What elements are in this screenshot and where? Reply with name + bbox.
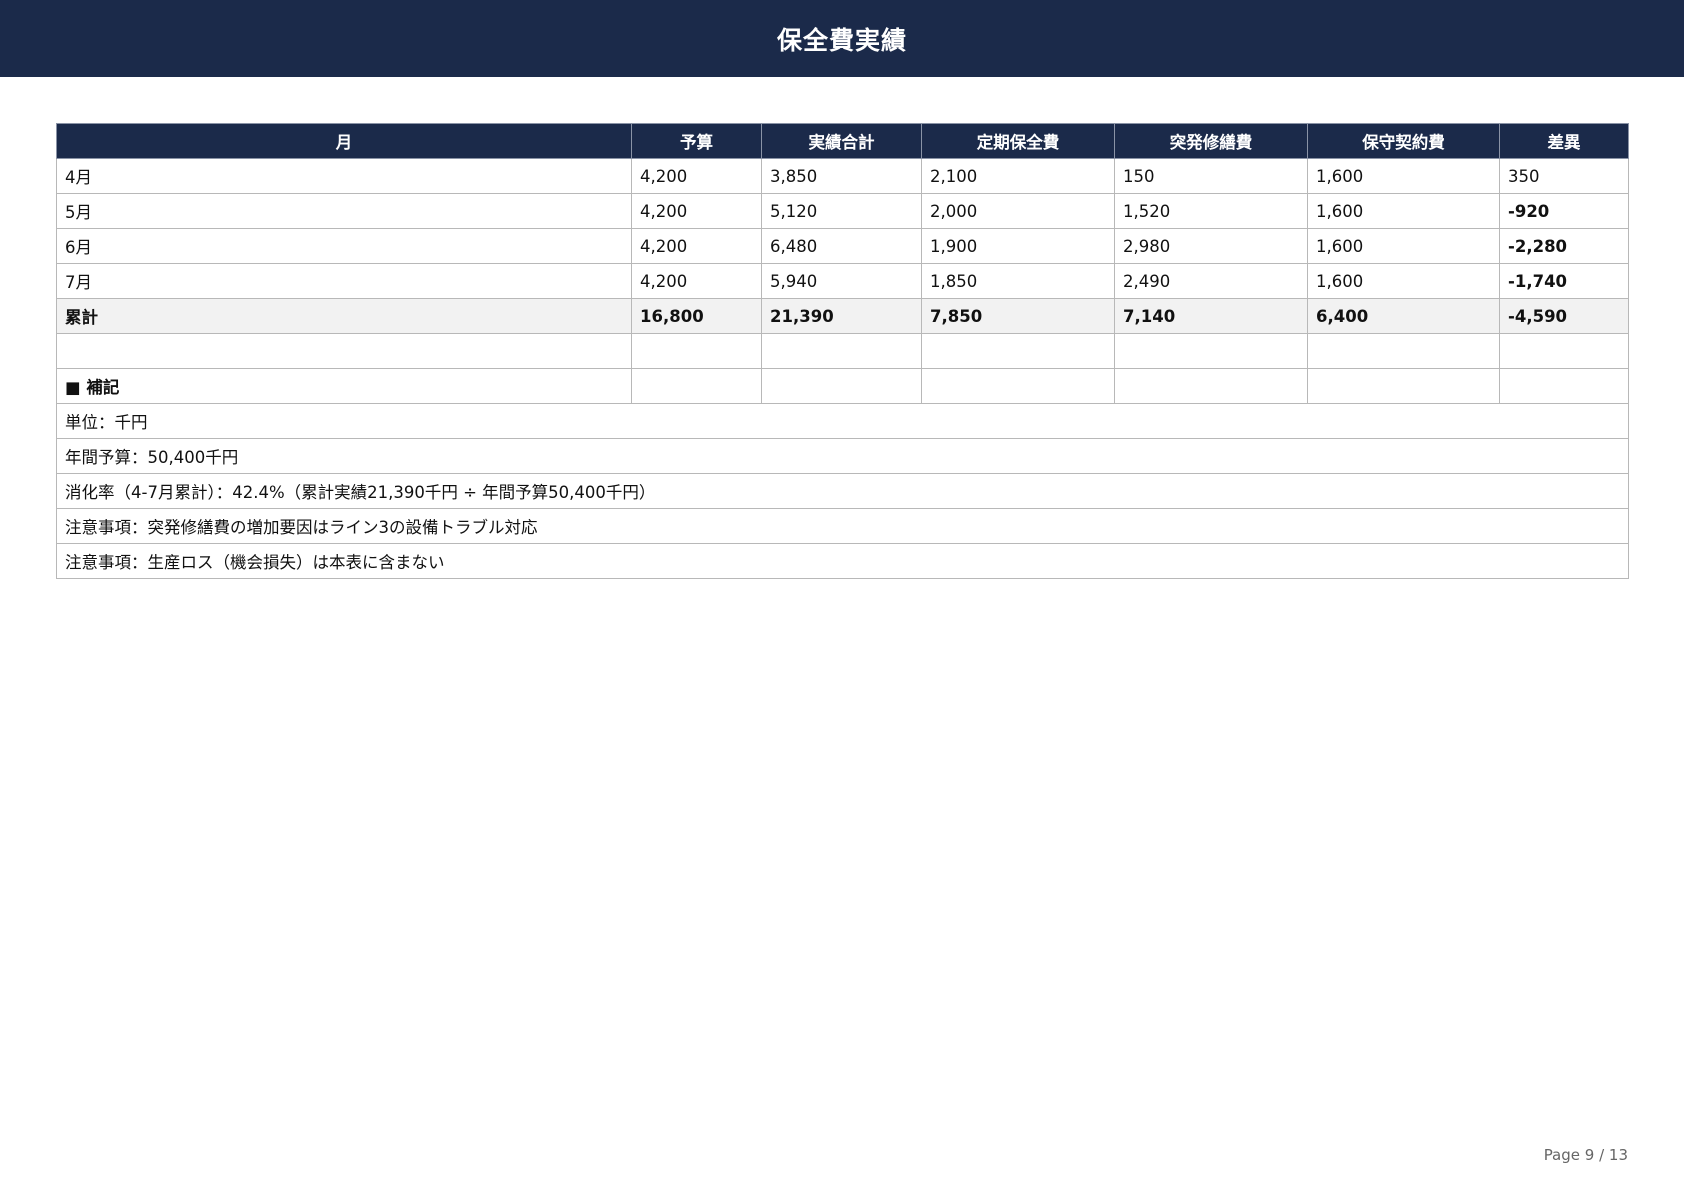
blank-row [56, 333, 1629, 369]
total-emergency: 7,140 [1114, 298, 1308, 334]
note-consumption-rate: 消化率（4-7月累計）：42.4%（累計実績21,390千円 ÷ 年間予算50,… [56, 473, 1629, 509]
notes-heading: ■ 補記 [56, 368, 632, 404]
cell-scheduled: 1,850 [921, 263, 1115, 299]
note-row: 単位：千円 [56, 403, 1629, 439]
header-maintenance-contract: 保守契約費 [1307, 123, 1500, 159]
cell-month: 6月 [56, 228, 632, 264]
cell-variance: 350 [1499, 158, 1629, 194]
note-caution-production-loss: 注意事項：生産ロス（機会損失）は本表に含まない [56, 543, 1629, 579]
cell-contract: 1,600 [1307, 228, 1500, 264]
note-row: 消化率（4-7月累計）：42.4%（累計実績21,390千円 ÷ 年間予算50,… [56, 473, 1629, 509]
page-title: 保全費実績 [776, 25, 907, 55]
cell-budget: 4,200 [631, 158, 762, 194]
header-emergency-repair: 突発修繕費 [1114, 123, 1308, 159]
cell-month: 5月 [56, 193, 632, 229]
cell-actual-total: 3,850 [761, 158, 922, 194]
cell-emergency: 1,520 [1114, 193, 1308, 229]
page-number: Page 9 / 13 [1543, 1146, 1628, 1164]
note-annual-budget: 年間予算：50,400千円 [56, 438, 1629, 474]
table-header-row: 月 予算 実績合計 定期保全費 突発修繕費 保守契約費 差異 [56, 123, 1629, 159]
cell-contract: 1,600 [1307, 263, 1500, 299]
cell-budget: 4,200 [631, 193, 762, 229]
note-row: 年間予算：50,400千円 [56, 438, 1629, 474]
cell-variance: -2,280 [1499, 228, 1629, 264]
total-row: 累計 16,800 21,390 7,850 7,140 6,400 -4,59… [56, 298, 1629, 334]
header-bar: 保全費実績 [0, 0, 1684, 77]
table-row: 4月 4,200 3,850 2,100 150 1,600 350 [56, 158, 1629, 194]
cell-emergency: 2,490 [1114, 263, 1308, 299]
cell-month: 4月 [56, 158, 632, 194]
expense-table: 月 予算 実績合計 定期保全費 突発修繕費 保守契約費 差異 4月 4,200 … [56, 123, 1629, 579]
cell-variance: -1,740 [1499, 263, 1629, 299]
note-unit: 単位：千円 [56, 403, 1629, 439]
cell-scheduled: 2,000 [921, 193, 1115, 229]
cell-budget: 4,200 [631, 263, 762, 299]
note-row: 注意事項：突発修繕費の増加要因はライン3の設備トラブル対応 [56, 508, 1629, 544]
cell-contract: 1,600 [1307, 158, 1500, 194]
table-row: 7月 4,200 5,940 1,850 2,490 1,600 -1,740 [56, 263, 1629, 299]
header-scheduled-maintenance: 定期保全費 [921, 123, 1115, 159]
header-month: 月 [56, 123, 632, 159]
header-actual-total: 実績合計 [761, 123, 922, 159]
total-label: 累計 [56, 298, 632, 334]
total-budget: 16,800 [631, 298, 762, 334]
cell-actual-total: 5,940 [761, 263, 922, 299]
total-actual: 21,390 [761, 298, 922, 334]
note-row: 注意事項：生産ロス（機会損失）は本表に含まない [56, 543, 1629, 579]
table-row: 6月 4,200 6,480 1,900 2,980 1,600 -2,280 [56, 228, 1629, 264]
cell-actual-total: 6,480 [761, 228, 922, 264]
cell-budget: 4,200 [631, 228, 762, 264]
total-variance: -4,590 [1499, 298, 1629, 334]
total-contract: 6,400 [1307, 298, 1500, 334]
cell-month: 7月 [56, 263, 632, 299]
table-row: 5月 4,200 5,120 2,000 1,520 1,600 -920 [56, 193, 1629, 229]
cell-actual-total: 5,120 [761, 193, 922, 229]
cell-emergency: 2,980 [1114, 228, 1308, 264]
cell-scheduled: 1,900 [921, 228, 1115, 264]
notes-heading-row: ■ 補記 [56, 368, 1629, 404]
header-variance: 差異 [1499, 123, 1629, 159]
cell-scheduled: 2,100 [921, 158, 1115, 194]
cell-contract: 1,600 [1307, 193, 1500, 229]
cell-variance: -920 [1499, 193, 1629, 229]
header-budget: 予算 [631, 123, 762, 159]
note-caution-emergency: 注意事項：突発修繕費の増加要因はライン3の設備トラブル対応 [56, 508, 1629, 544]
cell-emergency: 150 [1114, 158, 1308, 194]
total-scheduled: 7,850 [921, 298, 1115, 334]
